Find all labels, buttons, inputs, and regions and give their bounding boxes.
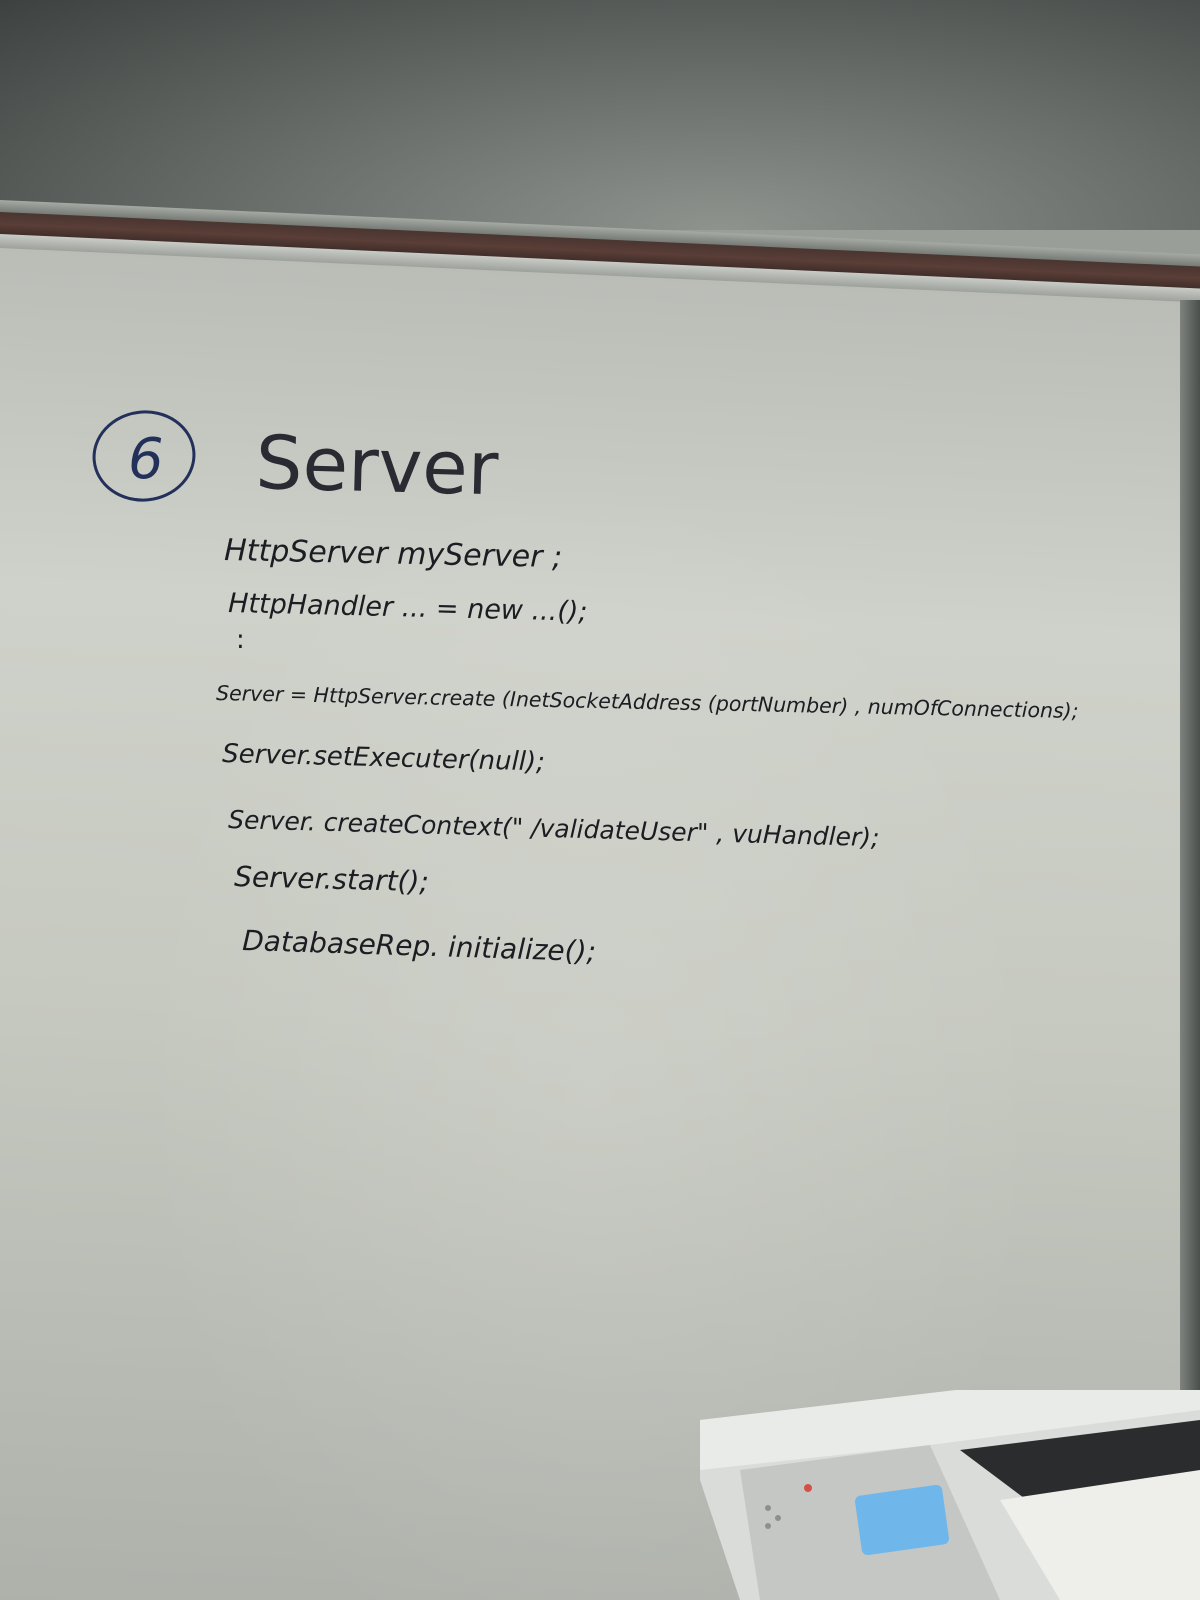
- photo-scene: 6 Server HttpServer myServer ; HttpHandl…: [0, 0, 1200, 1600]
- whiteboard-writing: 6 Server HttpServer myServer ; HttpHandl…: [92, 410, 1079, 968]
- code-line-5: Server.setExecuter(null);: [222, 739, 545, 777]
- printer-button: [775, 1515, 781, 1521]
- code-line-3: :: [236, 625, 245, 655]
- board-title: Server: [255, 420, 500, 512]
- code-line-6: Server. createContext(" /validateUser" ,…: [228, 805, 880, 852]
- code-line-1: HttpServer myServer ;: [224, 533, 563, 575]
- printer: [700, 1390, 1200, 1600]
- code-line-7: Server.start();: [234, 860, 430, 898]
- code-line-8: DatabaseRep. initialize();: [242, 924, 597, 968]
- step-number: 6: [128, 427, 164, 492]
- printer-button: [765, 1523, 771, 1529]
- printer-status-light: [804, 1484, 812, 1492]
- code-line-2: HttpHandler ... = new ...();: [228, 588, 588, 628]
- code-line-4: Server = HttpServer.create (InetSocketAd…: [216, 681, 1079, 723]
- printer-display: [855, 1484, 949, 1556]
- printer-button: [765, 1505, 771, 1511]
